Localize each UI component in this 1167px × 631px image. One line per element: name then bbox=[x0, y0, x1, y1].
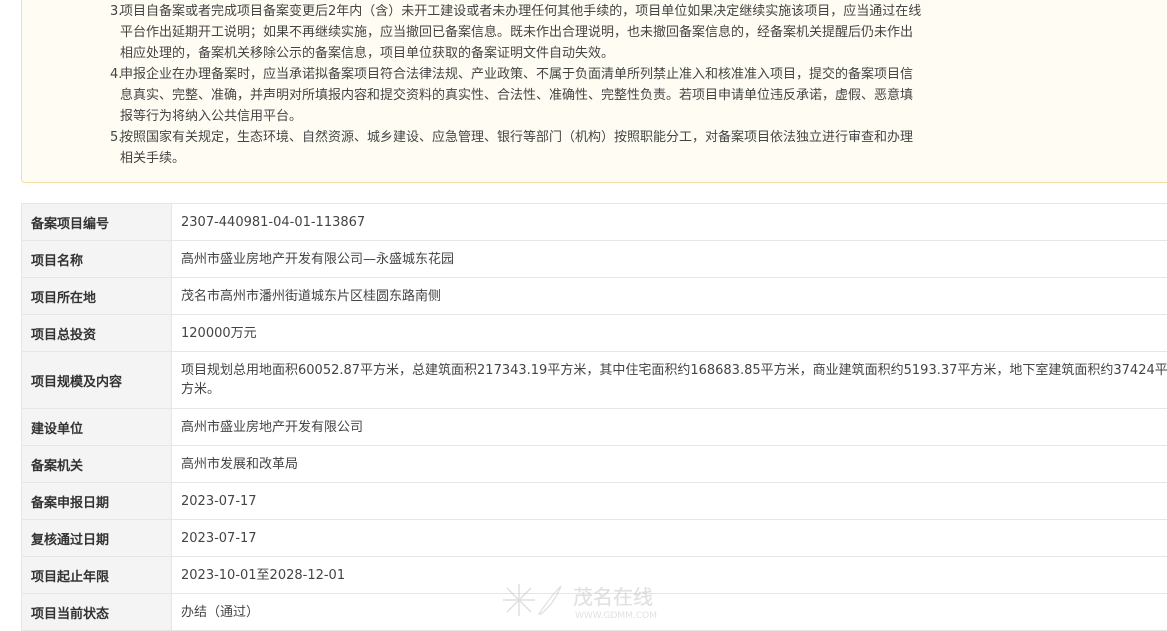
row-value: 2023-07-17 bbox=[172, 483, 1167, 520]
notice-line: 相应处理的，备案机关移除公示的备案信息，项目单位获取的备案证明文件自动失效。 bbox=[120, 43, 1010, 64]
notice-line: 息真实、完整、准确，并声明对所填报内容和提交资料的真实性、合法性、准确性、完整性… bbox=[120, 85, 1010, 106]
table-row: 项目总投资 120000万元 bbox=[22, 315, 1167, 352]
project-info-table: 备案项目编号 2307-440981-04-01-113867 项目名称 高州市… bbox=[21, 203, 1167, 631]
row-label: 建设单位 bbox=[22, 409, 172, 446]
notice-line: 申报企业在办理备案时，应当承诺拟备案项目符合法律法规、产业政策、不属于负面清单所… bbox=[120, 64, 1010, 85]
notice-list: 3. 项目自备案或者完成项目备案变更后2年内（含）未开工建设或者未办理任何其他手… bbox=[110, 1, 1010, 169]
row-value: 项目规划总用地面积60052.87平方米，总建筑面积217343.19平方米，其… bbox=[172, 352, 1167, 409]
notice-item-4: 4. 申报企业在办理备案时，应当承诺拟备案项目符合法律法规、产业政策、不属于负面… bbox=[110, 64, 1010, 127]
notice-item-5: 5. 按照国家有关规定，生态环境、自然资源、城乡建设、应急管理、银行等部门（机构… bbox=[110, 127, 1010, 169]
notice-line: 按照国家有关规定，生态环境、自然资源、城乡建设、应急管理、银行等部门（机构）按照… bbox=[120, 127, 1010, 148]
row-label: 复核通过日期 bbox=[22, 520, 172, 557]
row-value: 高州市盛业房地产开发有限公司 bbox=[172, 409, 1167, 446]
notice-item-number: 4. bbox=[110, 64, 122, 85]
row-label: 备案项目编号 bbox=[22, 204, 172, 241]
row-label: 项目起止年限 bbox=[22, 557, 172, 594]
row-label: 项目所在地 bbox=[22, 278, 172, 315]
row-value: 120000万元 bbox=[172, 315, 1167, 352]
notice-line: 项目自备案或者完成项目备案变更后2年内（含）未开工建设或者未办理任何其他手续的，… bbox=[120, 1, 1010, 22]
table-row: 备案机关 高州市发展和改革局 bbox=[22, 446, 1167, 483]
row-value: 2023-07-17 bbox=[172, 520, 1167, 557]
notice-line: 报等行为将纳入公共信用平台。 bbox=[120, 106, 1010, 127]
notice-item-3: 3. 项目自备案或者完成项目备案变更后2年内（含）未开工建设或者未办理任何其他手… bbox=[110, 1, 1010, 64]
table-row: 建设单位 高州市盛业房地产开发有限公司 bbox=[22, 409, 1167, 446]
row-value: 茂名市高州市潘州街道城东片区桂圆东路南侧 bbox=[172, 278, 1167, 315]
row-value: 2023-10-01至2028-12-01 bbox=[172, 557, 1167, 594]
table-row: 项目所在地 茂名市高州市潘州街道城东片区桂圆东路南侧 bbox=[22, 278, 1167, 315]
table-row: 项目起止年限 2023-10-01至2028-12-01 bbox=[22, 557, 1167, 594]
row-value: 高州市盛业房地产开发有限公司—永盛城东花园 bbox=[172, 241, 1167, 278]
table-row: 备案项目编号 2307-440981-04-01-113867 bbox=[22, 204, 1167, 241]
notice-line: 平台作出延期开工说明；如果不再继续实施，应当撤回已备案信息。既未作出合理说明，也… bbox=[120, 22, 1010, 43]
notice-line: 相关手续。 bbox=[120, 148, 1010, 169]
row-value: 2307-440981-04-01-113867 bbox=[172, 204, 1167, 241]
row-label: 备案机关 bbox=[22, 446, 172, 483]
notice-item-number: 3. bbox=[110, 1, 122, 22]
row-label: 项目总投资 bbox=[22, 315, 172, 352]
notice-item-number: 5. bbox=[110, 127, 122, 148]
row-label: 项目规模及内容 bbox=[22, 352, 172, 409]
row-value: 高州市发展和改革局 bbox=[172, 446, 1167, 483]
table-row: 项目名称 高州市盛业房地产开发有限公司—永盛城东花园 bbox=[22, 241, 1167, 278]
table-row: 备案申报日期 2023-07-17 bbox=[22, 483, 1167, 520]
row-label: 项目名称 bbox=[22, 241, 172, 278]
notice-panel: 3. 项目自备案或者完成项目备案变更后2年内（含）未开工建设或者未办理任何其他手… bbox=[21, 0, 1167, 183]
row-label: 备案申报日期 bbox=[22, 483, 172, 520]
table-row: 项目规模及内容 项目规划总用地面积60052.87平方米，总建筑面积217343… bbox=[22, 352, 1167, 409]
table-row: 复核通过日期 2023-07-17 bbox=[22, 520, 1167, 557]
